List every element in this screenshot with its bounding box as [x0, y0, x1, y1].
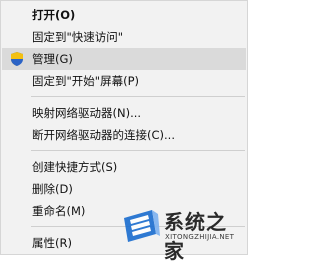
menu-separator — [31, 96, 245, 97]
watermark: 系统之家 XITONGZHIJIA.NET — [116, 200, 246, 263]
menu-item-create-shortcut[interactable]: 创建快捷方式(S) — [2, 156, 246, 178]
menu-item-delete[interactable]: 删除(D) — [2, 178, 246, 200]
menu-item-pin-start[interactable]: 固定到"开始"屏幕(P) — [2, 70, 246, 92]
menu-item-manage[interactable]: 管理(G) — [2, 48, 246, 70]
menu-item-properties-label: 属性(R) — [32, 236, 72, 250]
menu-item-open[interactable]: 打开(O) — [2, 4, 246, 26]
menu-item-manage-label: 管理(G) — [32, 52, 73, 66]
menu-item-pin-quick-access[interactable]: 固定到"快速访问" — [2, 26, 246, 48]
menu-item-pin-start-label: 固定到"开始"屏幕(P) — [32, 74, 139, 88]
watermark-subtitle: XITONGZHIJIA.NET — [165, 233, 235, 241]
menu-item-map-network-drive[interactable]: 映射网络驱动器(N)... — [2, 102, 246, 124]
menu-item-map-network-drive-label: 映射网络驱动器(N)... — [32, 106, 142, 120]
uac-shield-icon — [9, 51, 25, 67]
menu-item-pin-quick-access-label: 固定到"快速访问" — [32, 30, 124, 44]
menu-item-open-label: 打开(O) — [32, 8, 76, 22]
menu-separator — [31, 150, 245, 151]
menu-item-disconnect-network-drive[interactable]: 断开网络驱动器的连接(C)... — [2, 124, 246, 146]
menu-item-rename-label: 重命名(M) — [32, 204, 86, 218]
watermark-logo-icon — [120, 204, 162, 246]
menu-item-create-shortcut-label: 创建快捷方式(S) — [32, 160, 118, 174]
menu-item-delete-label: 删除(D) — [32, 182, 73, 196]
menu-item-disconnect-network-drive-label: 断开网络驱动器的连接(C)... — [32, 128, 175, 142]
